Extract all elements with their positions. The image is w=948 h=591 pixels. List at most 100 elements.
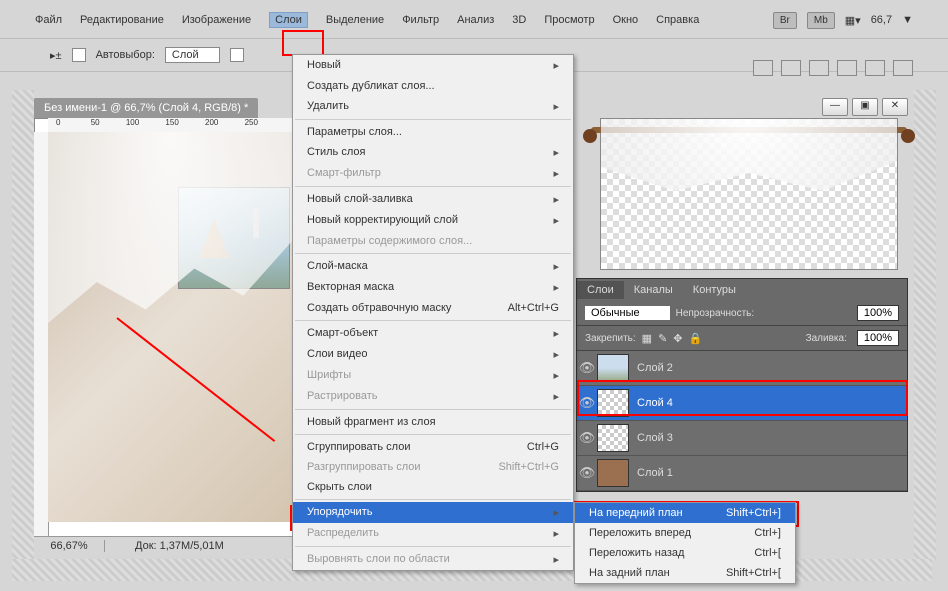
layers-menu-dropdown: Новый▸Создать дубликат слоя...Удалить▸ Па… xyxy=(292,54,574,571)
lock-label: Закрепить: xyxy=(585,333,636,344)
layer-name: Слой 2 xyxy=(637,362,673,374)
menu-help[interactable]: Справка xyxy=(656,14,699,26)
menu-item[interactable]: Новый слой-заливка▸ xyxy=(293,189,573,210)
menu-item: Шрифты▸ xyxy=(293,365,573,386)
visibility-icon[interactable]: 👁 xyxy=(577,360,597,376)
submenu-item[interactable]: Переложить назадCtrl+[ xyxy=(575,543,795,563)
film-icon[interactable]: ▦▾ xyxy=(845,14,861,27)
menu-item: Растрировать▸ xyxy=(293,386,573,407)
minimize-button[interactable]: — xyxy=(822,98,848,116)
mb-icon[interactable]: Mb xyxy=(807,12,835,29)
autoselect-label: Автовыбор: xyxy=(96,49,155,61)
autoselect-select[interactable]: Слой xyxy=(165,47,220,63)
submenu-item[interactable]: На передний планShift+Ctrl+] xyxy=(575,503,795,523)
menu-filter[interactable]: Фильтр xyxy=(402,14,439,26)
rod-finial-right xyxy=(901,129,915,143)
menu-item: Выровнять слои по области▸ xyxy=(293,549,573,570)
menu-analysis[interactable]: Анализ xyxy=(457,14,494,26)
arrange-submenu: На передний планShift+Ctrl+]Переложить в… xyxy=(574,502,796,584)
menu-3d[interactable]: 3D xyxy=(512,14,526,26)
menu-item[interactable]: Стиль слоя▸ xyxy=(293,142,573,163)
canvas-content xyxy=(48,132,292,522)
lock-paint-icon[interactable]: ✎ xyxy=(658,332,667,345)
layer-name: Слой 3 xyxy=(637,432,673,444)
menu-item[interactable]: Удалить▸ xyxy=(293,96,573,117)
menu-item[interactable]: Новый фрагмент из слоя xyxy=(293,412,573,432)
layer-row[interactable]: 👁 Слой 1 xyxy=(577,456,907,491)
opacity-label: Непрозрачность: xyxy=(676,308,755,319)
menu-item[interactable]: Создать дубликат слоя... xyxy=(293,76,573,96)
submenu-item[interactable]: Переложить впередCtrl+] xyxy=(575,523,795,543)
lock-move-icon[interactable]: ✥ xyxy=(673,332,682,345)
menu-item: Разгруппировать слоиShift+Ctrl+G xyxy=(293,457,573,477)
menu-item[interactable]: Новый▸ xyxy=(293,55,573,76)
layer-thumbnail[interactable] xyxy=(597,424,629,452)
layer-row[interactable]: 👁 Слой 3 xyxy=(577,421,907,456)
layer-name: Слой 1 xyxy=(637,467,673,479)
align-icon[interactable] xyxy=(781,60,801,76)
document-tab[interactable]: Без имени-1 @ 66,7% (Слой 4, RGB/8) * xyxy=(34,98,258,118)
tool-icon[interactable]: ▸± xyxy=(50,49,62,62)
lock-transparency-icon[interactable]: ▦ xyxy=(642,332,652,345)
menu-item[interactable]: Векторная маска▸ xyxy=(293,277,573,298)
close-button[interactable]: ✕ xyxy=(882,98,908,116)
transform-checkbox[interactable] xyxy=(230,48,244,62)
menu-item: Распределить▸ xyxy=(293,523,573,544)
ruler-horizontal: 0 50 100 150 200 250 xyxy=(48,118,292,133)
fill-value[interactable]: 100% xyxy=(857,330,899,346)
visibility-icon[interactable]: 👁 xyxy=(577,465,597,481)
align-icon[interactable] xyxy=(837,60,857,76)
torn-edge-left xyxy=(12,90,34,560)
menu-item[interactable]: Скрыть слои xyxy=(293,477,573,497)
navigator-preview[interactable] xyxy=(600,118,898,270)
menu-layers[interactable]: Слои xyxy=(269,12,308,28)
fill-label: Заливка: xyxy=(806,333,847,344)
torn-edge-right xyxy=(914,90,936,560)
status-zoom[interactable]: 66,67% xyxy=(34,540,105,552)
menu-item[interactable]: Сгруппировать слоиCtrl+G xyxy=(293,437,573,457)
menu-item[interactable]: Слои видео▸ xyxy=(293,344,573,365)
rod-finial-left xyxy=(583,129,597,143)
blend-mode-select[interactable]: Обычные xyxy=(585,306,670,320)
menu-item[interactable]: Слой-маска▸ xyxy=(293,256,573,277)
menubar: Файл Редактирование Изображение Слои Выд… xyxy=(0,0,948,39)
opacity-value[interactable]: 100% xyxy=(857,305,899,321)
menu-file[interactable]: Файл xyxy=(35,14,62,26)
annotation-highlight-menu xyxy=(282,30,324,56)
menu-view[interactable]: Просмотр xyxy=(544,14,594,26)
zoom-readout: 66,7 xyxy=(871,14,892,26)
visibility-icon[interactable]: 👁 xyxy=(577,430,597,446)
submenu-item[interactable]: На задний планShift+Ctrl+[ xyxy=(575,563,795,583)
menu-item: Параметры содержимого слоя... xyxy=(293,231,573,251)
status-docsize: Док: 1,37M/5,01M xyxy=(105,540,224,552)
align-icon[interactable] xyxy=(893,60,913,76)
align-icon[interactable] xyxy=(809,60,829,76)
menu-item: Смарт-фильтр▸ xyxy=(293,163,573,184)
bridge-icon[interactable]: Br xyxy=(773,12,797,29)
align-icon[interactable] xyxy=(865,60,885,76)
menu-item[interactable]: Создать обтравочную маскуAlt+Ctrl+G xyxy=(293,298,573,318)
menu-item[interactable]: Смарт-объект▸ xyxy=(293,323,573,344)
menu-select[interactable]: Выделение xyxy=(326,14,384,26)
menu-image[interactable]: Изображение xyxy=(182,14,251,26)
menu-item[interactable]: Новый корректирующий слой▸ xyxy=(293,210,573,231)
menu-item[interactable]: Упорядочить▸ xyxy=(293,502,573,523)
align-tools xyxy=(753,60,913,76)
layer-thumbnail[interactable] xyxy=(597,354,629,382)
autoselect-checkbox[interactable] xyxy=(72,48,86,62)
layer-thumbnail[interactable] xyxy=(597,459,629,487)
annotation-highlight-layer xyxy=(577,380,908,416)
tab-channels[interactable]: Каналы xyxy=(624,281,683,299)
zoom-dropdown-icon[interactable]: ▼ xyxy=(902,14,913,26)
window-buttons: — ▣ ✕ xyxy=(822,98,908,116)
menu-item[interactable]: Параметры слоя... xyxy=(293,122,573,142)
maximize-button[interactable]: ▣ xyxy=(852,98,878,116)
lock-all-icon[interactable]: 🔒 xyxy=(689,332,703,345)
tab-layers[interactable]: Слои xyxy=(577,281,624,299)
tab-paths[interactable]: Контуры xyxy=(683,281,746,299)
status-bar: 66,67% Док: 1,37M/5,01M xyxy=(34,536,292,555)
curtain xyxy=(48,132,292,405)
menu-edit[interactable]: Редактирование xyxy=(80,14,164,26)
menu-window[interactable]: Окно xyxy=(613,14,639,26)
align-icon[interactable] xyxy=(753,60,773,76)
